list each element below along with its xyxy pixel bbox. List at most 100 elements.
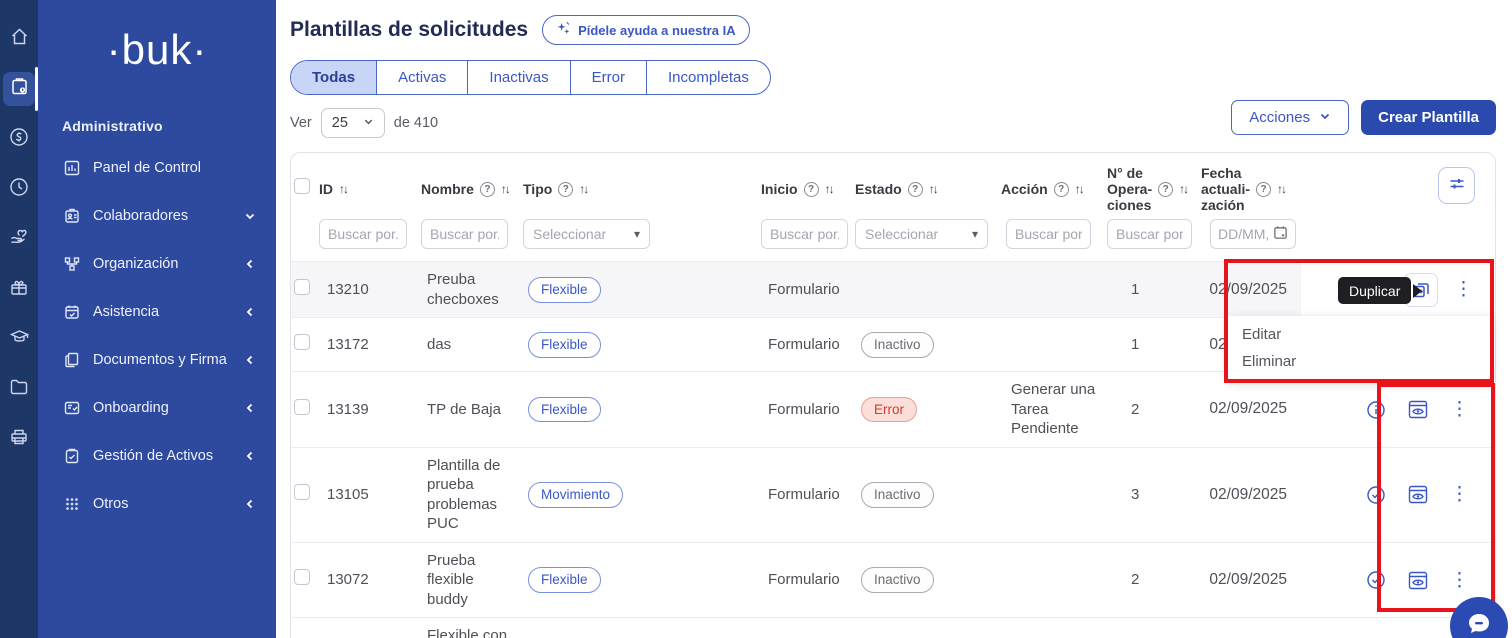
menu-item-eliminar[interactable]: Eliminar — [1228, 353, 1491, 370]
sidebar-item-colaboradores[interactable]: Colaboradores — [38, 192, 276, 240]
chevron-down-icon: ▾ — [972, 227, 978, 241]
hand-heart-icon — [9, 226, 30, 252]
check-circle-icon[interactable] — [1366, 570, 1386, 590]
row-checkbox[interactable] — [294, 484, 310, 500]
help-icon[interactable]: ? — [1158, 182, 1173, 197]
table-row[interactable]: 13105 Plantilla de prueba problemas PUC … — [291, 447, 1495, 542]
row-nombre: Flexible con 2 aprobaciones — [421, 618, 523, 638]
chevron-left-icon — [244, 498, 256, 510]
clock-icon — [9, 177, 29, 202]
kebab-menu-icon[interactable]: ⋮ — [1450, 485, 1469, 504]
sidebar-item-gestion-de-activos[interactable]: Gestión de Activos — [38, 432, 276, 480]
table-row[interactable]: 13210 Preuba checboxes Flexible Formular… — [291, 261, 1495, 317]
info-icon[interactable] — [1366, 400, 1386, 420]
filter-inicio-input[interactable] — [761, 219, 848, 249]
rail-payroll[interactable] — [0, 114, 38, 164]
ver-label: Ver — [290, 115, 312, 131]
sort-icon[interactable]: ↑↓ — [1277, 182, 1285, 196]
status-tabs: Todas Activas Inactivas Error Incompleta… — [290, 60, 771, 95]
col-fecha: Fecha actuali- zación — [1201, 165, 1250, 213]
kebab-menu-icon[interactable]: ⋮ — [1450, 400, 1469, 419]
filter-accion-input[interactable] — [1006, 219, 1091, 249]
sidebar-item-otros[interactable]: Otros — [38, 480, 276, 528]
rail-requests[interactable] — [0, 64, 38, 114]
sidebar-item-label: Documentos y Firma — [93, 352, 227, 368]
sidebar-item-label: Otros — [93, 496, 128, 512]
kebab-menu-icon[interactable]: ⋮ — [1454, 280, 1473, 299]
row-fecha: 02/09/2025 — [1201, 272, 1301, 308]
rail-training[interactable] — [0, 314, 38, 364]
rail-documents[interactable] — [0, 364, 38, 414]
row-operaciones: 1 — [1107, 327, 1201, 363]
sidebar-item-label: Onboarding — [93, 400, 169, 416]
tab-inactivas[interactable]: Inactivas — [468, 61, 570, 94]
preview-icon[interactable] — [1408, 571, 1428, 590]
sidebar-item-panel-de-control[interactable]: Panel de Control — [38, 144, 276, 192]
filter-tipo-select[interactable]: Seleccionar▾ — [523, 219, 650, 249]
help-icon[interactable]: ? — [804, 182, 819, 197]
chevron-down-icon: ▾ — [634, 227, 640, 241]
help-icon[interactable]: ? — [1054, 182, 1069, 197]
acciones-button[interactable]: Acciones — [1231, 100, 1349, 135]
page-size-value: 25 — [332, 115, 348, 131]
row-operaciones: 3 — [1107, 477, 1201, 513]
row-checkbox[interactable] — [294, 279, 310, 295]
table-row[interactable]: 13139 TP de Baja Flexible Formulario Err… — [291, 371, 1495, 447]
col-id: ID — [319, 181, 333, 197]
select-all-checkbox[interactable] — [294, 178, 310, 194]
row-checkbox[interactable] — [294, 569, 310, 585]
ai-help-button[interactable]: Pídele ayuda a nuestra IA — [542, 15, 750, 45]
sort-icon[interactable]: ↑↓ — [825, 182, 833, 196]
help-icon[interactable]: ? — [908, 182, 923, 197]
preview-icon[interactable] — [1408, 485, 1428, 504]
filter-fecha-input[interactable]: DD/MM, — [1210, 219, 1296, 249]
kebab-menu-icon[interactable]: ⋮ — [1450, 571, 1469, 590]
menu-item-editar[interactable]: Editar — [1228, 326, 1491, 343]
rail-benefits[interactable] — [0, 214, 38, 264]
sidebar-item-organizacion[interactable]: Organización — [38, 240, 276, 288]
crear-plantilla-button[interactable]: Crear Plantilla — [1361, 100, 1496, 135]
table-row[interactable]: 13072 Prueba flexible buddy Flexible For… — [291, 542, 1495, 618]
row-checkbox[interactable] — [294, 399, 310, 415]
rail-time[interactable] — [0, 164, 38, 214]
rail-gifts[interactable] — [0, 264, 38, 314]
row-checkbox[interactable] — [294, 334, 310, 350]
sidebar-item-documentos-y-firma[interactable]: Documentos y Firma — [38, 336, 276, 384]
sidebar-item-onboarding[interactable]: Onboarding — [38, 384, 276, 432]
rail-home[interactable] — [0, 14, 38, 64]
row-inicio: Formulario — [761, 392, 855, 428]
home-icon — [10, 27, 29, 51]
sort-icon[interactable]: ↑↓ — [1179, 182, 1187, 196]
filter-estado-select[interactable]: Seleccionar▾ — [855, 219, 988, 249]
rail-archive[interactable] — [0, 414, 38, 464]
tab-incompletas[interactable]: Incompletas — [647, 61, 770, 94]
help-icon[interactable]: ? — [1256, 182, 1271, 197]
page-title: Plantillas de solicitudes — [290, 18, 528, 42]
sort-icon[interactable]: ↑↓ — [501, 182, 509, 196]
col-estado: Estado — [855, 181, 902, 197]
row-context-menu: Editar Eliminar — [1228, 316, 1491, 380]
sort-icon[interactable]: ↑↓ — [1075, 182, 1083, 196]
filter-operaciones-input[interactable] — [1107, 219, 1192, 249]
help-icon[interactable]: ? — [558, 182, 573, 197]
tab-activas[interactable]: Activas — [377, 61, 468, 94]
column-settings-button[interactable] — [1438, 167, 1475, 204]
table-row[interactable]: 13039 Flexible con 2 aprobaciones Flexib… — [291, 617, 1495, 638]
page-size-select[interactable]: 25 — [321, 108, 385, 138]
sort-icon[interactable]: ↑↓ — [929, 182, 937, 196]
row-nombre: Preuba checboxes — [421, 262, 523, 317]
tipo-badge: Flexible — [528, 567, 601, 593]
help-icon[interactable]: ? — [480, 182, 495, 197]
sort-icon[interactable]: ↑↓ — [579, 182, 587, 196]
sort-icon[interactable]: ↑↓ — [339, 182, 347, 196]
sidebar-item-label: Organización — [93, 256, 178, 272]
preview-icon[interactable] — [1408, 400, 1428, 419]
printer-icon — [9, 427, 29, 452]
sidebar-item-asistencia[interactable]: Asistencia — [38, 288, 276, 336]
tab-todas[interactable]: Todas — [291, 61, 377, 94]
filter-id-input[interactable] — [319, 219, 407, 249]
chevron-down-icon — [363, 116, 374, 130]
tab-error[interactable]: Error — [571, 61, 647, 94]
filter-nombre-input[interactable] — [421, 219, 508, 249]
check-circle-icon[interactable] — [1366, 485, 1386, 505]
